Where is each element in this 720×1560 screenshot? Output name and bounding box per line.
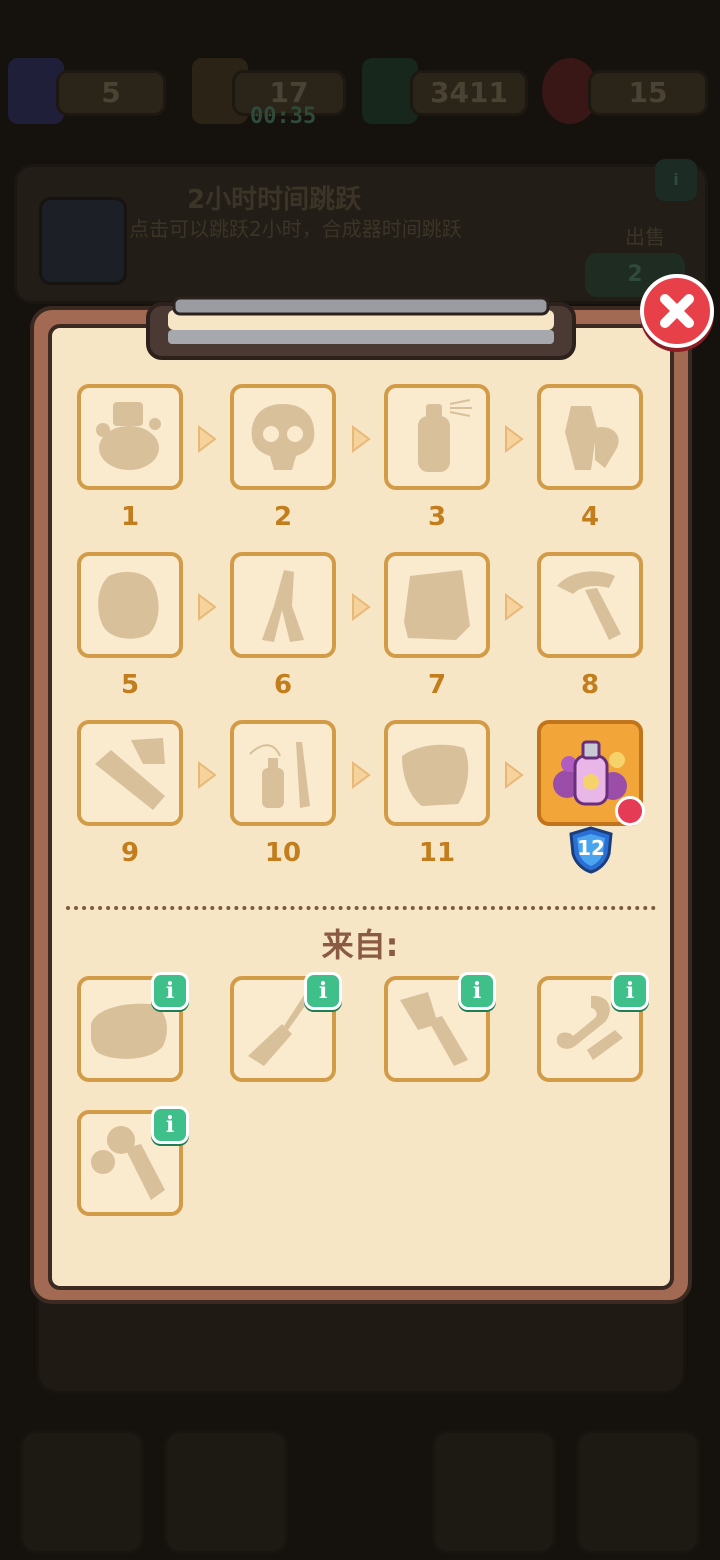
task-info-icon[interactable]: i — [655, 159, 697, 201]
chain-number-9: 9 — [120, 838, 140, 868]
chain-item-7[interactable] — [384, 552, 490, 658]
chain-item-9[interactable] — [77, 720, 183, 826]
perfume-bottle-icon — [553, 740, 627, 806]
source-item-2[interactable]: i — [230, 972, 342, 1082]
chain-item-10[interactable] — [230, 720, 336, 826]
info-icon[interactable]: i — [151, 1106, 189, 1144]
chain-item-6[interactable] — [230, 552, 336, 658]
gem-counter: 15 — [588, 70, 708, 116]
bottles-icon — [565, 406, 619, 470]
source-item-3[interactable]: i — [384, 972, 496, 1082]
cash-counter: 3411 — [410, 70, 528, 116]
chain-number-8: 8 — [580, 670, 600, 700]
brush-icon — [95, 738, 165, 810]
chain-number-11: 11 — [418, 838, 456, 868]
section-divider — [66, 906, 656, 910]
perfume-brush-icon — [249, 742, 310, 808]
shop-slot[interactable] — [432, 1430, 556, 1554]
chain-number-1: 1 — [120, 502, 140, 532]
clipboard-clip — [146, 296, 576, 360]
map-slot[interactable] — [576, 1430, 700, 1554]
sell-label: 出售 — [625, 225, 665, 249]
time-skip-icon — [39, 197, 127, 285]
chain-number-2: 2 — [273, 502, 293, 532]
tweezers-icon — [262, 570, 304, 642]
info-icon[interactable]: i — [304, 972, 342, 1010]
close-button[interactable] — [640, 274, 714, 348]
chain-item-3[interactable] — [384, 384, 490, 490]
chain-arrow-icon — [198, 425, 217, 453]
chain-item-1[interactable] — [77, 384, 183, 490]
info-icon[interactable]: i — [611, 972, 649, 1010]
chain-number-6: 6 — [273, 670, 293, 700]
source-item-1[interactable]: i — [77, 972, 189, 1082]
back-slot[interactable] — [20, 1430, 144, 1554]
chain-item-5[interactable] — [77, 552, 183, 658]
info-icon[interactable]: i — [458, 972, 496, 1010]
hammer-icon — [557, 571, 621, 640]
chain-item-2[interactable] — [230, 384, 336, 490]
ticket-counter: 5 — [56, 70, 166, 116]
chain-arrow-icon — [352, 425, 371, 453]
item-level: 12 — [577, 836, 605, 860]
spray-bottle-icon — [418, 399, 472, 472]
source-item-4[interactable]: i — [537, 972, 649, 1082]
chain-arrow-icon — [505, 425, 524, 453]
chain-arrow-icon — [198, 593, 217, 621]
source-heading: 来自: — [321, 926, 399, 964]
chain-arrow-icon — [505, 761, 524, 789]
dust-pile-icon — [96, 402, 161, 470]
chain-arrow-icon — [352, 593, 371, 621]
chain-item-8[interactable] — [537, 552, 643, 658]
chain-item-4[interactable] — [537, 384, 643, 490]
cloth-icon — [404, 570, 470, 640]
clipboard-base — [36, 1294, 686, 1394]
inventory-slot[interactable] — [164, 1430, 288, 1554]
sponge-icon — [98, 571, 159, 639]
info-icon[interactable]: i — [151, 972, 189, 1010]
chain-arrow-icon — [505, 593, 524, 621]
chain-item-11[interactable] — [384, 720, 490, 826]
task-description: 点击可以跳跃2小时，合成器时间跳跃 — [129, 217, 462, 241]
chain-item-12[interactable] — [537, 720, 645, 826]
energy-timer: 00:35 — [250, 104, 317, 129]
crown-icon — [615, 796, 645, 826]
chain-number-10: 10 — [264, 838, 302, 868]
chain-number-4: 4 — [580, 502, 600, 532]
chain-arrow-icon — [352, 761, 371, 789]
chain-number-7: 7 — [427, 670, 447, 700]
task-title: 2小时时间跳跃 — [187, 185, 362, 215]
glove-icon — [402, 744, 469, 806]
chain-arrow-icon — [198, 761, 217, 789]
source-item-5[interactable]: i — [77, 1106, 189, 1216]
chain-number-5: 5 — [120, 670, 140, 700]
chain-number-3: 3 — [427, 502, 447, 532]
skull-icon — [251, 404, 315, 470]
task-banner[interactable]: 2小时时间跳跃 点击可以跳跃2小时，合成器时间跳跃 出售 2 i — [14, 159, 708, 304]
